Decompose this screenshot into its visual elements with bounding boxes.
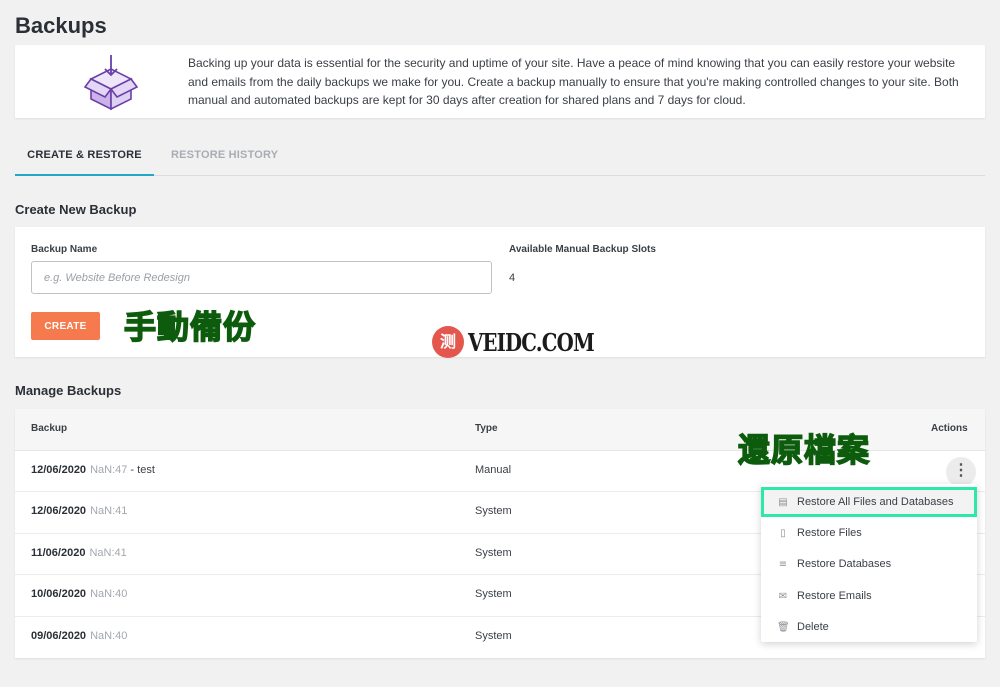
row-time: NaN:47	[90, 464, 128, 476]
page-title: Backups	[15, 13, 107, 38]
tab-create-restore[interactable]: CREATE & RESTORE	[15, 138, 154, 176]
row-note: - test	[130, 464, 155, 476]
slots-value: 4	[509, 272, 516, 284]
restore-files-annotation: 還原檔案	[737, 430, 871, 470]
create-section-title: Create New Backup	[15, 202, 137, 217]
menu-item-label: Restore Emails	[797, 590, 872, 602]
row-type: System	[475, 505, 512, 518]
watermark-badge: 测	[432, 326, 464, 358]
menu-restore-databases[interactable]: ≡ Restore Databases	[761, 549, 977, 579]
row-date-cell: 11/06/2020 NaN:41	[31, 547, 127, 559]
menu-restore-emails[interactable]: ✉ Restore Emails	[761, 581, 977, 611]
backup-name-input[interactable]	[31, 261, 492, 294]
info-text: Backing up your data is essential for th…	[188, 56, 959, 107]
manage-section-title: Manage Backups	[15, 383, 122, 398]
row-type: System	[475, 629, 512, 642]
menu-item-label: Restore All Files and Databases	[797, 496, 954, 508]
row-date: 11/06/2020	[31, 546, 86, 559]
menu-restore-files[interactable]: ▯ Restore Files	[761, 518, 977, 548]
create-button[interactable]: CREATE	[31, 312, 100, 340]
row-date: 10/06/2020	[31, 588, 87, 601]
backup-name-label: Backup Name	[31, 244, 98, 255]
server-icon: ▤	[778, 496, 788, 508]
row-type: Manual	[475, 464, 512, 476]
row-time: NaN:40	[90, 629, 128, 642]
actions-menu: ▤ Restore All Files and Databases ▯ Rest…	[761, 484, 977, 642]
backup-info-card: Backing up your data is essential for th…	[15, 45, 985, 118]
backup-box-icon	[83, 55, 139, 111]
row-date: 09/06/2020	[31, 629, 87, 642]
watermark: 测 VEIDC.COM	[432, 326, 622, 358]
envelope-icon: ✉	[778, 590, 788, 602]
menu-item-label: Restore Files	[797, 527, 862, 539]
row-date-cell: 12/06/2020 NaN:47 - test	[31, 464, 155, 476]
column-actions: Actions	[931, 423, 968, 434]
row-date-cell: 09/06/2020 NaN:40	[31, 630, 127, 642]
tab-restore-history[interactable]: RESTORE HISTORY	[171, 138, 278, 176]
row-date-cell: 10/06/2020 NaN:40	[31, 588, 127, 600]
menu-item-label: Restore Databases	[797, 558, 892, 570]
row-time: NaN:41	[90, 505, 128, 518]
manual-backup-annotation: 手動備份	[123, 307, 257, 347]
row-time: NaN:40	[90, 588, 128, 601]
tab-bar: CREATE & RESTORE RESTORE HISTORY	[15, 138, 985, 176]
row-type: System	[475, 588, 512, 601]
slots-label: Available Manual Backup Slots	[509, 244, 656, 255]
menu-delete[interactable]: 🗑 Delete	[761, 612, 977, 642]
column-backup: Backup	[31, 423, 68, 434]
row-actions-kebab-button[interactable]: ⋮	[946, 457, 976, 487]
column-type: Type	[475, 423, 498, 434]
row-type: System	[475, 546, 512, 559]
row-date-cell: 12/06/2020 NaN:41	[31, 505, 127, 517]
trash-icon: 🗑	[777, 621, 790, 633]
more-vertical-icon: ⋮	[953, 462, 969, 479]
menu-item-label: Delete	[797, 621, 829, 633]
row-date: 12/06/2020	[31, 505, 87, 518]
row-date: 12/06/2020	[31, 464, 87, 476]
row-time: NaN:41	[89, 546, 127, 559]
file-icon: ▯	[780, 527, 786, 539]
menu-restore-all[interactable]: ▤ Restore All Files and Databases	[761, 487, 977, 517]
database-icon: ≡	[778, 558, 788, 570]
watermark-text: VEIDC.COM	[468, 327, 595, 357]
